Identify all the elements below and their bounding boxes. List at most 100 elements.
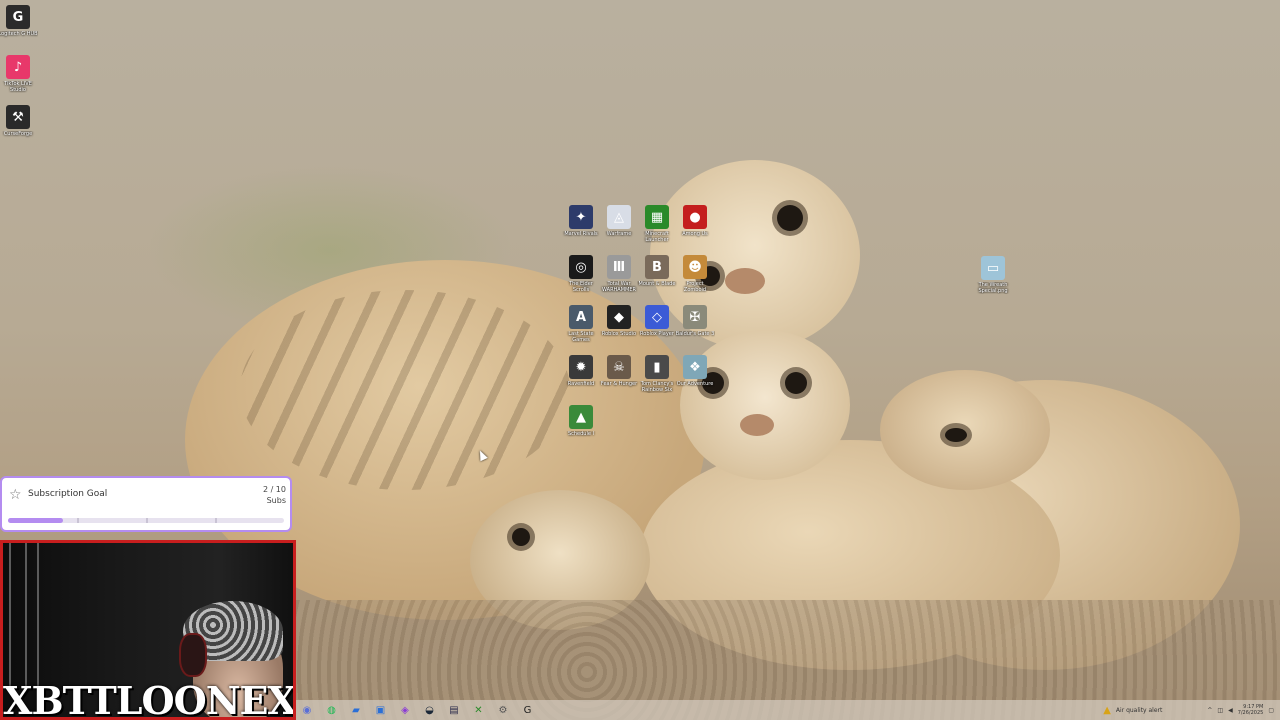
tiktok-live-studio-icon: ♪ <box>6 55 30 79</box>
minecraft-launcher-icon: ▦ <box>645 205 669 229</box>
desktop-shortcut[interactable]: ◇ Roblox Player <box>637 305 677 343</box>
desktop-shortcut[interactable]: ❖ Our Adventure <box>675 355 715 393</box>
desktop-file-icon[interactable]: ▭ The Wreath Special.png <box>973 256 1013 294</box>
goal-current: 2 / 10 <box>262 485 286 494</box>
desktop-shortcut[interactable]: ✦ Marvel Rivals <box>561 205 601 243</box>
desktop-shortcut[interactable]: A Last State Games <box>561 305 601 343</box>
desktop-shortcut-label: TikTok LIVE Studio <box>4 81 32 93</box>
game-icon-1: ✦ <box>569 205 593 229</box>
xbox-icon[interactable]: ✕ <box>472 703 486 717</box>
desktop-shortcut[interactable]: ◬ Warframe <box>599 205 639 243</box>
weather-alert-icon[interactable]: ▲ <box>1103 705 1111 716</box>
notification-icon[interactable]: ▢ <box>1268 707 1274 714</box>
icon-13: ✹ <box>569 355 593 379</box>
desktop-shortcut[interactable]: ☠ Fear & Hunger <box>599 355 639 393</box>
settings-icon[interactable]: ⚙ <box>496 703 510 717</box>
desktop-shortcut-label: The Elder Scrolls <box>569 281 593 293</box>
goal-progress-fill <box>8 518 64 523</box>
goal-count: 2 / 10 Subs <box>263 484 286 506</box>
desktop-shortcut-label: Minecraft Launcher <box>645 231 669 243</box>
files-icon[interactable]: ▰ <box>349 703 363 717</box>
desktop-shortcut-label: Roblox Studio <box>601 331 637 337</box>
among-us-icon: ● <box>683 205 707 229</box>
desktop-shortcut[interactable]: ◎ The Elder Scrolls <box>561 255 601 293</box>
desktop-shortcut-label: Ravenfield <box>567 381 595 387</box>
rainbow-six-icon: ▮ <box>645 355 669 379</box>
webcam-overlay: XBTTLOONEXX <box>0 540 296 720</box>
desktop-shortcut-label: Among Us <box>682 231 708 237</box>
mount-blade-icon: B <box>645 255 669 279</box>
goal-unit: Subs <box>266 496 286 505</box>
schedule-icon: ▲ <box>569 405 593 429</box>
roblox-player-icon: ◇ <box>645 305 669 329</box>
g-hub-icon[interactable]: G <box>521 703 535 717</box>
desktop-shortcut-label: Last State Games <box>568 331 594 343</box>
goal-progress-track <box>8 518 284 523</box>
subscription-goal-widget: ☆ Subscription Goal 2 / 10 Subs <box>0 476 292 532</box>
desktop-shortcut-label: Roblox Player <box>640 331 674 337</box>
desktop-shortcut[interactable]: G Logitech G HUB <box>0 5 38 43</box>
meerkat-head-middle <box>680 330 850 480</box>
roblox-studio-icon: ◆ <box>607 305 631 329</box>
goal-tick <box>215 518 217 523</box>
desktop-shortcut[interactable]: ● Among Us <box>675 205 715 243</box>
meerkat-stripes <box>240 290 570 490</box>
desktop-shortcut[interactable]: ▦ Minecraft Launcher <box>637 205 677 243</box>
clock-date: 7/26/2025 <box>1237 710 1264 716</box>
fear-hunger-icon: ☠ <box>607 355 631 379</box>
desktop-shortcut-label: Our Adventure <box>676 381 714 387</box>
desktop-shortcut-label: Baldur's Gate 3 <box>675 331 715 337</box>
star-icon: ☆ <box>9 487 22 503</box>
cable <box>25 543 27 693</box>
desktop-shortcut-label: Schedule I <box>567 431 595 437</box>
headset-icon <box>179 633 207 677</box>
desktop-shortcut-label: Tom Clancy's Rainbow Six Siege X <box>640 381 674 393</box>
elder-scrolls-icon: ◎ <box>569 255 593 279</box>
desktop-shortcut[interactable]: ♪ TikTok LIVE Studio <box>0 55 38 93</box>
cable <box>37 543 39 693</box>
store-icon[interactable]: ▣ <box>374 703 388 717</box>
desktop-shortcut[interactable]: ⚒ CurseForge <box>0 105 38 143</box>
goal-title: Subscription Goal <box>28 489 108 499</box>
desktop-shortcut[interactable]: ✠ Baldur's Gate 3 <box>675 305 715 343</box>
desktop-file-label: The Wreath Special.png <box>978 282 1008 294</box>
app-icon[interactable]: ▤ <box>447 703 461 717</box>
total-war-icon: Ⅲ <box>607 255 631 279</box>
desktop-shortcut-label: Fear & Hunger <box>600 381 638 387</box>
volume-icon[interactable]: ◀ <box>1228 707 1233 714</box>
baldurs-gate-icon: ✠ <box>683 305 707 329</box>
desktop-shortcut-label: CurseForge <box>3 131 33 137</box>
curseforge-icon: ⚒ <box>6 105 30 129</box>
desktop-shortcut[interactable]: ☻ Project Zomboid <box>675 255 715 293</box>
warframe-icon: ◬ <box>607 205 631 229</box>
desktop-shortcut[interactable]: ✹ Ravenfield <box>561 355 601 393</box>
desktop-shortcut-label: Warframe <box>606 231 632 237</box>
desktop-shortcut-label: Mount & Blade <box>638 281 676 287</box>
spotify-icon[interactable]: ◍ <box>325 703 339 717</box>
steam-icon[interactable]: ◒ <box>423 703 437 717</box>
streamer-name-banner: XBTTLOONEXX <box>3 678 296 720</box>
network-icon[interactable]: ◫ <box>1217 707 1223 714</box>
goal-tick <box>77 518 79 523</box>
taskbar: ◉ ◍ ▰ ▣ ◈ ◒ ▤ ✕ ⚙ G ▲ Air quality alert ^ ◫ ◀ 9:1… <box>296 700 1280 720</box>
browser-icon[interactable]: ◉ <box>300 703 314 717</box>
clock[interactable]: 9:17 PM 7/26/2025 <box>1238 704 1264 716</box>
system-tray: ▲ Air quality alert ^ ◫ ◀ 9:17 PM 7/26/2… <box>1103 703 1274 717</box>
desktop-shortcut-label: Project Zomboid <box>683 281 707 293</box>
desktop-shortcut-label: Marvel Rivals <box>564 231 598 237</box>
project-zomboid-icon: ☻ <box>683 255 707 279</box>
desktop-shortcut[interactable]: ◆ Roblox Studio <box>599 305 639 343</box>
obs-icon[interactable]: ◈ <box>398 703 412 717</box>
desktop-shortcut[interactable]: Ⅲ Total War WARHAMMER <box>599 255 639 293</box>
cable <box>9 543 11 693</box>
desktop-shortcut[interactable]: B Mount & Blade <box>637 255 677 293</box>
desktop-shortcut-label: Total War WARHAMMER <box>601 281 636 293</box>
file-icon: ▭ <box>981 256 1005 280</box>
chevron-up-icon[interactable]: ^ <box>1207 707 1212 714</box>
desktop-shortcut[interactable]: ▮ Tom Clancy's Rainbow Six Siege X <box>637 355 677 393</box>
arc-state-icon: A <box>569 305 593 329</box>
desktop-shortcut[interactable]: ▲ Schedule I <box>561 405 601 443</box>
goal-tick <box>146 518 148 523</box>
air-quality-alert[interactable]: Air quality alert <box>1116 707 1162 714</box>
icon-16: ❖ <box>683 355 707 379</box>
